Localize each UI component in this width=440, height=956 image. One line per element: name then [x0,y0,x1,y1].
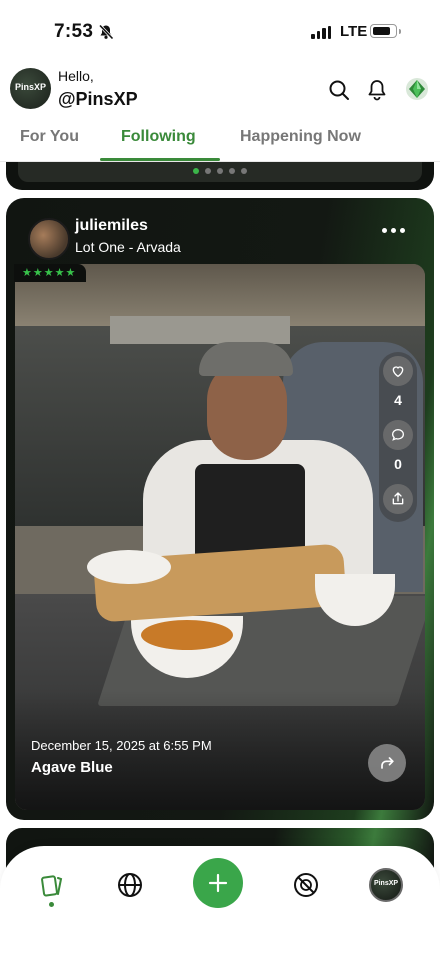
greeting: Hello, [58,68,94,84]
app-logo-avatar[interactable]: PinsXP [10,68,51,109]
search-icon[interactable] [327,78,351,102]
author-avatar[interactable] [28,218,70,260]
plus-icon [208,873,228,893]
comment-button[interactable] [383,420,413,450]
carousel-dots [6,168,434,174]
previous-post-card[interactable] [6,162,434,190]
share-button[interactable] [383,484,413,514]
comment-count: 0 [394,456,402,472]
create-post-button[interactable] [193,858,243,908]
carousel-dot [205,168,211,174]
repost-arrow-icon [381,757,394,769]
post-date: December 15, 2025 at 6:55 PM [31,738,212,753]
bottom-nav: PinsXP [0,846,440,956]
tab-for-you[interactable]: For You [20,128,79,146]
post-actions: 4 0 [379,352,417,522]
post-photo[interactable]: 4 0 [15,264,425,810]
gem-icon[interactable] [405,77,429,101]
cellular-signal-icon [311,26,331,39]
active-tab-indicator [100,158,220,161]
post-location[interactable]: Lot One - Arvada [75,239,181,255]
bell-icon[interactable] [365,78,389,102]
like-button[interactable] [383,356,413,386]
network-type: LTE [340,23,368,40]
battery-icon [370,24,401,38]
comment-icon [391,428,405,441]
logo-text: PinsXP [14,82,46,92]
heart-icon [392,366,404,378]
tab-following[interactable]: Following [121,128,196,146]
globe-icon [118,873,142,897]
repost-button[interactable] [368,744,406,782]
nav-feed[interactable] [37,870,67,900]
status-bar: 7:53 LTE [0,0,440,60]
silent-mode-icon [98,24,114,40]
tab-happening-now[interactable]: Happening Now [240,128,361,146]
carousel-dot [241,168,247,174]
post-card[interactable]: juliemiles Lot One - Arvada ★★★★★ 4 0 De… [6,198,434,820]
carousel-dot [217,168,223,174]
feed-tabs: For You Following Happening Now [0,118,440,162]
status-time: 7:53 [54,21,94,42]
profile-logo-text: PinsXP [373,880,399,887]
share-icon [392,492,404,505]
nav-active-dot [49,902,54,907]
cards-icon [41,875,63,897]
more-options-icon[interactable] [382,228,405,233]
carousel-dot-active [193,168,199,174]
nav-blocked[interactable] [291,870,321,900]
rating-stars: ★★★★★ [14,264,87,282]
post-title[interactable]: Agave Blue [31,759,113,776]
carousel-dot [229,168,235,174]
no-food-icon [294,873,318,897]
post-author[interactable]: juliemiles [75,217,148,235]
username: @PinsXP [58,89,138,109]
nav-explore[interactable] [115,870,145,900]
nav-profile-avatar[interactable]: PinsXP [369,868,403,902]
like-count: 4 [394,392,402,408]
